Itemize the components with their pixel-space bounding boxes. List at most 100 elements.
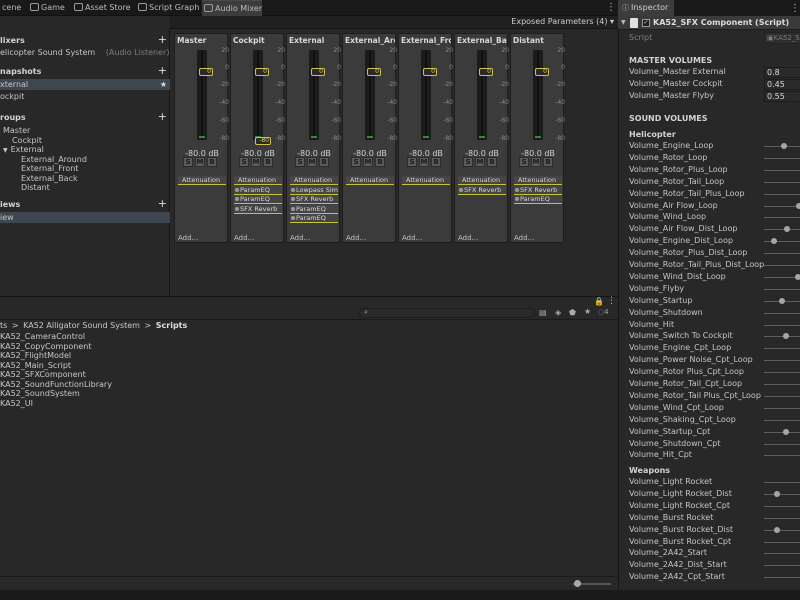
mixer-strip[interactable]: External_Front200-20-40-60-800-80.0 dBSM… [398, 33, 453, 243]
volume-slider-track[interactable] [764, 265, 800, 266]
bypass-button[interactable]: B [543, 157, 553, 167]
mute-button[interactable]: M [195, 157, 205, 167]
volume-master-external-input[interactable]: 0.8 [764, 67, 800, 78]
hidden-eye-icon[interactable]: ◌4 [598, 308, 609, 316]
effect-slot[interactable]: SFX Reverb [290, 195, 338, 204]
effect-slot[interactable]: Attenuation [290, 176, 338, 185]
bypass-button[interactable]: B [487, 157, 497, 167]
tag-icon[interactable]: ⬟ [569, 308, 576, 317]
volume-slider-track[interactable] [764, 493, 800, 495]
volume-slider-thumb[interactable] [794, 273, 800, 280]
volume-slider-track[interactable] [764, 529, 800, 531]
bypass-button[interactable]: B [207, 157, 217, 167]
solo-button[interactable]: S [463, 157, 473, 167]
effect-slot[interactable]: SFX Reverb [234, 204, 282, 214]
volume-slider-thumb[interactable] [774, 526, 781, 533]
volume-fader-handle[interactable]: 0 [535, 68, 549, 76]
volume-slider-track[interactable] [764, 229, 800, 231]
mixer-strip[interactable]: External_Around200-20-40-60-800-80.0 dBS… [342, 33, 397, 243]
solo-button[interactable]: S [295, 157, 305, 167]
mixer-strip[interactable]: Distant 20 0 -20 -40 -60 -80 0 -80.0 dB S M B Attenu… [510, 33, 565, 243]
effect-slot[interactable]: ParamEQ [290, 214, 338, 223]
volume-fader-handle[interactable]: 0 [479, 68, 493, 76]
volume-slider-thumb[interactable] [782, 428, 789, 435]
volume-master-cockpit-input[interactable]: 0.45 [764, 79, 800, 90]
effect-slot[interactable]: ParamEQ [234, 185, 282, 195]
volume-slider-track[interactable] [764, 395, 800, 397]
add-effect-button[interactable]: Add... [290, 234, 310, 242]
favorite-star-icon[interactable]: ★ [584, 307, 591, 316]
volume-fader-handle[interactable]: 0 [255, 68, 269, 76]
breadcrumb-item[interactable]: KA52 Alligator Sound System [23, 321, 140, 330]
volume-fader-handle[interactable]: 0 [367, 68, 381, 76]
volume-fader-handle[interactable]: 0 [311, 68, 325, 76]
volume-slider-track[interactable] [764, 407, 800, 409]
bypass-button[interactable]: B [319, 157, 329, 167]
volume-slider-track[interactable] [764, 517, 800, 519]
volume-slider-track[interactable] [764, 253, 800, 255]
volume-slider-track[interactable] [764, 419, 800, 421]
effect-slot[interactable]: ParamEQ [290, 204, 338, 214]
send-level-handle[interactable]: -80 [255, 137, 271, 145]
tab-audio-mixer[interactable]: Audio Mixer [202, 0, 262, 16]
project-search-input[interactable]: ⌕ [359, 308, 535, 318]
volume-slider-track[interactable] [764, 577, 800, 579]
volume-slider-track[interactable] [764, 205, 800, 207]
filter-by-label-icon[interactable]: ◈ [555, 308, 561, 317]
icon-size-slider-thumb[interactable] [574, 580, 581, 587]
mute-button[interactable]: M [475, 157, 485, 167]
effect-slot[interactable]: ParamEQ [514, 195, 562, 204]
asset-item[interactable]: KA52_SoundFunctionLibrary [0, 380, 112, 390]
bypass-button[interactable]: B [431, 157, 441, 167]
add-effect-button[interactable]: Add... [458, 234, 478, 242]
lock-icon[interactable]: 🔒 [594, 297, 604, 306]
component-enabled-checkbox[interactable]: ✓ [642, 19, 650, 27]
filter-by-type-icon[interactable]: ▤ [539, 308, 547, 317]
mute-button[interactable]: M [251, 157, 261, 167]
effect-slot[interactable]: Attenuation [514, 176, 562, 185]
volume-slider-track[interactable] [764, 336, 800, 338]
volume-slider-track[interactable] [764, 553, 800, 555]
volume-slider-thumb[interactable] [796, 202, 800, 209]
solo-button[interactable]: S [351, 157, 361, 167]
bypass-button[interactable]: B [263, 157, 273, 167]
volume-slider-track[interactable] [764, 181, 800, 183]
volume-slider-thumb[interactable] [779, 297, 786, 304]
volume-slider-track[interactable] [764, 312, 800, 314]
tab-asset-store[interactable]: Asset Store [72, 0, 131, 16]
asset-item[interactable]: KA52_Main_Script [0, 361, 71, 371]
effect-slot[interactable]: SFX Reverb [458, 185, 506, 195]
snapshot-item-cockpit[interactable]: ockpit [0, 91, 170, 102]
add-effect-button[interactable]: Add... [346, 234, 366, 242]
mixer-strip[interactable]: External 20 0 -20 -40 -60 -80 0 -80.0 dB S M B Atten… [286, 33, 341, 243]
mixer-strip[interactable]: Cockpit 20 0 -20 -40 -60 -80 0 -80 -80.0 dB S M B Att… [230, 33, 285, 243]
tab-inspector[interactable]: ⓘ Inspector [618, 0, 674, 16]
solo-button[interactable]: S [183, 157, 193, 167]
volume-slider-track[interactable] [764, 348, 800, 350]
solo-button[interactable]: S [519, 157, 529, 167]
expand-triangle-icon[interactable]: ▼ [3, 147, 8, 154]
volume-fader-handle[interactable]: 0 [423, 68, 437, 76]
volume-slider-track[interactable] [764, 505, 800, 507]
volume-slider-thumb[interactable] [770, 238, 777, 245]
volume-slider-track[interactable] [764, 541, 800, 543]
effect-slot[interactable]: Attenuation [458, 176, 506, 185]
volume-slider-track[interactable] [764, 482, 800, 483]
solo-button[interactable]: S [407, 157, 417, 167]
volume-slider-track[interactable] [764, 360, 800, 362]
volume-slider-track[interactable] [764, 157, 800, 159]
add-effect-button[interactable]: Add... [178, 234, 198, 242]
mixer-list-item[interactable]: elicopter Sound System (Audio Listener) … [0, 47, 170, 58]
effect-slot[interactable]: ParamEQ [234, 195, 282, 204]
breadcrumb-current[interactable]: Scripts [156, 321, 188, 330]
volume-slider-thumb[interactable] [781, 143, 787, 149]
volume-slider-track[interactable] [764, 455, 800, 457]
effect-slot[interactable]: Attenuation [178, 176, 226, 185]
add-snapshot-icon[interactable]: + [158, 65, 167, 77]
add-group-icon[interactable]: + [158, 111, 167, 123]
tab-script-graph[interactable]: Script Graph [136, 0, 199, 16]
mute-button[interactable]: M [307, 157, 317, 167]
group-item-distant[interactable]: Distant [0, 182, 170, 193]
snapshot-item-external[interactable]: xternal ★ [0, 79, 170, 90]
tab-scene[interactable]: cene [0, 0, 22, 16]
